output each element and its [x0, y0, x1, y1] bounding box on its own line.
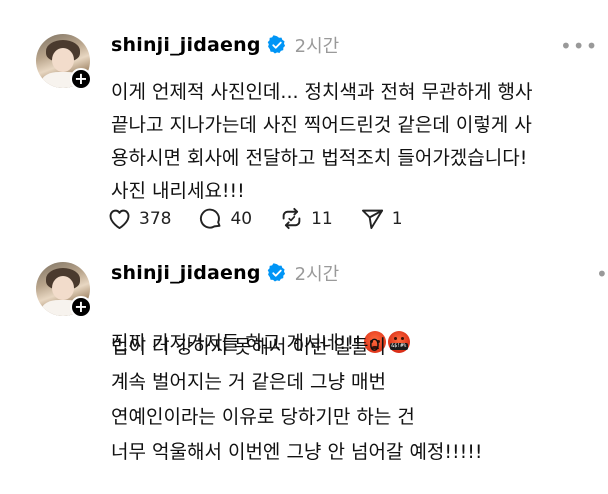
username[interactable]: shinji_jidaeng	[111, 262, 261, 284]
avatar-wrap[interactable]: +	[36, 262, 92, 318]
more-options-button[interactable]: •	[596, 262, 608, 286]
verified-badge-icon	[267, 263, 285, 282]
post-text-body: 법이 더 강하지 못해서 이런 일들이 계속 벌어지는 거 같은데 그냥 매번 …	[111, 336, 483, 463]
post-header: shinji_jidaeng 2시간	[111, 259, 339, 287]
follow-button[interactable]: +	[70, 296, 92, 318]
timestamp: 2시간	[294, 264, 340, 285]
post-2: + shinji_jidaeng 2시간 • 진짜 가지가지들 하고 계시네!!…	[0, 0, 608, 494]
